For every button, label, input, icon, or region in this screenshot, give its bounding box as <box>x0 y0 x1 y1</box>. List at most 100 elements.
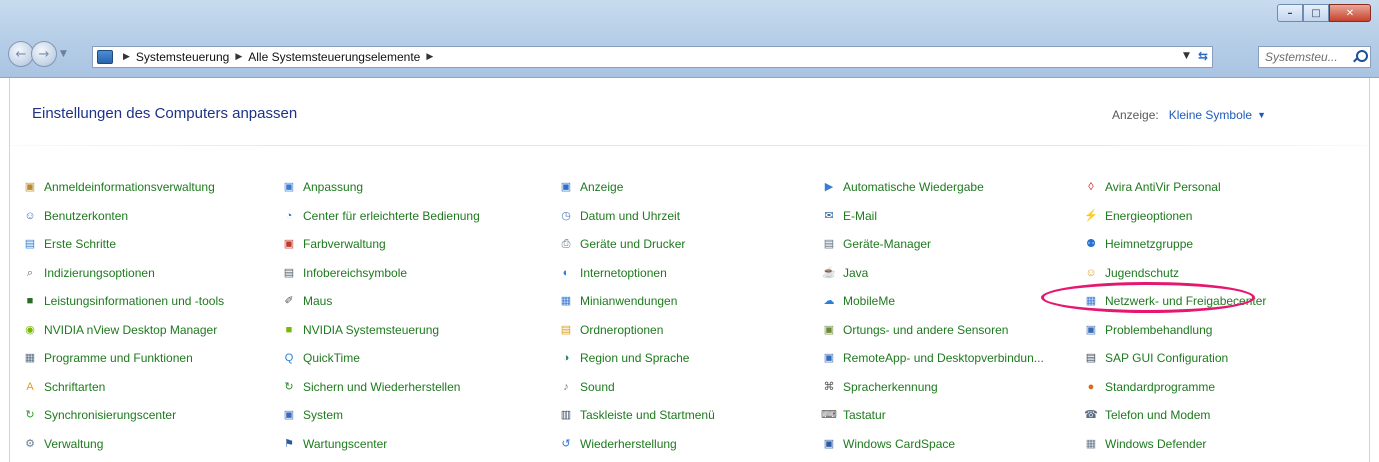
color-management-icon: ▣ <box>283 237 295 250</box>
devices-printers-icon: ⎙ <box>561 237 571 250</box>
search-icon[interactable] <box>1353 50 1368 63</box>
control-panel-item-label: Benutzerkonten <box>44 209 129 223</box>
control-panel-item[interactable]: ↻ Sichern und Wiederherstellen <box>281 378 460 396</box>
control-panel-item[interactable]: ✐ Maus <box>281 292 332 310</box>
breadcrumb-systemsteuerung[interactable]: Systemsteuerung <box>136 50 229 64</box>
view-mode-dropdown-icon[interactable]: ▼ <box>1257 110 1266 120</box>
control-panel-item[interactable]: ▣ Problembehandlung <box>1083 321 1213 339</box>
control-panel-item-label: Programme und Funktionen <box>44 351 193 365</box>
control-panel-item[interactable]: ▣ System <box>281 406 343 424</box>
view-mode-link[interactable]: Kleine Symbole <box>1169 108 1252 122</box>
breadcrumb-chevron-icon[interactable]: ▶ <box>235 52 242 62</box>
control-panel-item[interactable]: ▦ Minianwendungen <box>558 292 678 310</box>
maximize-button[interactable]: □ <box>1303 4 1329 22</box>
control-panel-item[interactable]: ▶ Automatische Wiedergabe <box>821 178 984 196</box>
programs-icon: ▦ <box>24 351 36 364</box>
control-panel-item[interactable]: ◐ Internetoptionen <box>558 264 667 282</box>
control-panel-item[interactable]: ◷ Datum und Uhrzeit <box>558 207 680 225</box>
control-panel-item[interactable]: ● Standardprogramme <box>1083 378 1215 396</box>
control-panel-item-label: Java <box>843 266 869 280</box>
breadcrumb-all-items[interactable]: Alle Systemsteuerungselemente <box>248 50 420 64</box>
homegroup-icon: ⚉ <box>1086 237 1096 250</box>
control-panel-item-label: System <box>303 408 344 422</box>
control-panel-item[interactable]: ⌘ Spracherkennung <box>821 378 938 396</box>
control-panel-item[interactable]: ♪ Sound <box>558 378 614 396</box>
control-panel-item[interactable]: ▣ Windows CardSpace <box>821 435 955 453</box>
java-icon: ☕ <box>822 266 836 279</box>
control-panel-item-label: Spracherkennung <box>843 380 938 394</box>
search-box[interactable] <box>1258 46 1371 68</box>
control-panel-item[interactable]: ▦ Windows Defender <box>1083 435 1207 453</box>
control-panel-item[interactable]: ■ Leistungsinformationen und -tools <box>22 292 224 310</box>
control-panel-item-label: MobileMe <box>843 294 896 308</box>
close-button[interactable]: ✕ <box>1329 4 1371 22</box>
control-panel-item[interactable]: ▣ Anzeige <box>558 178 624 196</box>
internet-options-icon: ◐ <box>562 266 570 279</box>
control-panel-item[interactable]: ✉ E-Mail <box>821 207 877 225</box>
control-panel-item-label: Farbverwaltung <box>303 237 386 251</box>
control-panel-item-label: Windows Defender <box>1105 437 1207 451</box>
control-panel-item[interactable]: ☕ Java <box>821 264 868 282</box>
notification-icons-icon: ▤ <box>283 266 295 279</box>
control-panel-item[interactable]: ☎ Telefon und Modem <box>1083 406 1210 424</box>
control-panel-item[interactable]: ↻ Synchronisierungscenter <box>22 406 176 424</box>
control-panel-item[interactable]: ⚑ Wartungscenter <box>281 435 387 453</box>
view-label: Anzeige: <box>1112 108 1159 122</box>
control-panel-item[interactable]: ↺ Wiederherstellung <box>558 435 677 453</box>
control-panel-item[interactable]: ⚡ Energieoptionen <box>1083 207 1192 225</box>
control-panel-item[interactable]: ⎙ Geräte und Drucker <box>558 235 686 253</box>
control-panel-item[interactable]: ▤ Ordneroptionen <box>558 321 664 339</box>
control-panel-item[interactable]: ▣ Anmeldeinformationsverwaltung <box>22 178 215 196</box>
breadcrumb-chevron-icon[interactable]: ▶ <box>426 52 433 62</box>
control-panel-item[interactable]: ▣ RemoteApp- und Desktopverbindun... <box>821 349 1044 367</box>
control-panel-item-label: Region und Sprache <box>580 351 690 365</box>
control-panel-item-label: Schriftarten <box>44 380 106 394</box>
control-panel-item[interactable]: ▣ Farbverwaltung <box>281 235 386 253</box>
control-panel-item[interactable]: ⚙ Verwaltung <box>22 435 103 453</box>
control-panel-item[interactable]: ▤ Infobereichsymbole <box>281 264 407 282</box>
control-panel-item-label: SAP GUI Configuration <box>1105 351 1229 365</box>
refresh-icon[interactable]: ⇆ <box>1198 49 1208 63</box>
control-panel-item-label: Energieoptionen <box>1105 209 1193 223</box>
address-bar[interactable]: ▶ Systemsteuerung ▶ Alle Systemsteuerung… <box>92 46 1213 68</box>
recent-pages-dropdown-icon[interactable]: ▼ <box>60 49 67 59</box>
parental-controls-icon: ☺ <box>1085 266 1097 279</box>
search-input[interactable] <box>1265 50 1353 64</box>
control-panel-item-label: Wiederherstellung <box>580 437 677 451</box>
mobileme-icon: ☁ <box>823 294 835 307</box>
minimize-button[interactable]: – <box>1277 4 1303 22</box>
control-panel-item-label: Leistungsinformationen und -tools <box>44 294 225 308</box>
control-panel-item[interactable]: A Schriftarten <box>22 378 105 396</box>
control-panel-item[interactable]: ▣ Ortungs- und andere Sensoren <box>821 321 1009 339</box>
control-panel-item[interactable]: ◑ Region und Sprache <box>558 349 690 367</box>
control-panel-item[interactable]: ☁ MobileMe <box>821 292 896 310</box>
control-panel-item[interactable]: ◉ NVIDIA nView Desktop Manager <box>22 321 217 339</box>
admin-tools-icon: ⚙ <box>25 437 35 450</box>
address-history-dropdown-icon[interactable]: ▼ <box>1183 51 1190 61</box>
control-panel-item[interactable]: ▦ Programme und Funktionen <box>22 349 193 367</box>
control-panel-item[interactable]: ▤ SAP GUI Configuration <box>1083 349 1228 367</box>
control-panel-item[interactable]: ⌨ Tastatur <box>821 406 886 424</box>
highlight-ellipse-annotation <box>1041 282 1255 313</box>
control-panel-item[interactable]: ◔ Center für erleichterte Bedienung <box>281 207 480 225</box>
control-panel-item[interactable]: ⚉ Heimnetzgruppe <box>1083 235 1193 253</box>
control-panel-icon <box>97 50 113 64</box>
control-panel-item[interactable]: ▤ Geräte-Manager <box>821 235 931 253</box>
control-panel-item-label: Indizierungsoptionen <box>44 266 155 280</box>
control-panel-item[interactable]: ▥ Taskleiste und Startmenü <box>558 406 715 424</box>
control-panel-item-label: Anzeige <box>580 180 624 194</box>
control-panel-item[interactable]: ☺ Benutzerkonten <box>22 207 128 225</box>
control-panel-item[interactable]: ▣ Anpassung <box>281 178 363 196</box>
email-icon: ✉ <box>824 209 834 222</box>
control-panel-item-label: Ortungs- und andere Sensoren <box>843 323 1009 337</box>
control-panel-item[interactable]: ■ NVIDIA Systemsteuerung <box>281 321 439 339</box>
control-panel-item[interactable]: Q QuickTime <box>281 349 360 367</box>
control-panel-item[interactable]: ▤ Erste Schritte <box>22 235 116 253</box>
control-panel-item-label: Jugendschutz <box>1105 266 1180 280</box>
control-panel-item[interactable]: ☺ Jugendschutz <box>1083 264 1179 282</box>
breadcrumb-chevron-icon[interactable]: ▶ <box>123 52 130 62</box>
control-panel-item[interactable]: ◊ Avira AntiVir Personal <box>1083 178 1220 196</box>
forward-button[interactable]: → <box>31 41 57 67</box>
control-panel-item[interactable]: ⌕ Indizierungsoptionen <box>22 264 155 282</box>
avira-icon: ◊ <box>1088 180 1094 193</box>
